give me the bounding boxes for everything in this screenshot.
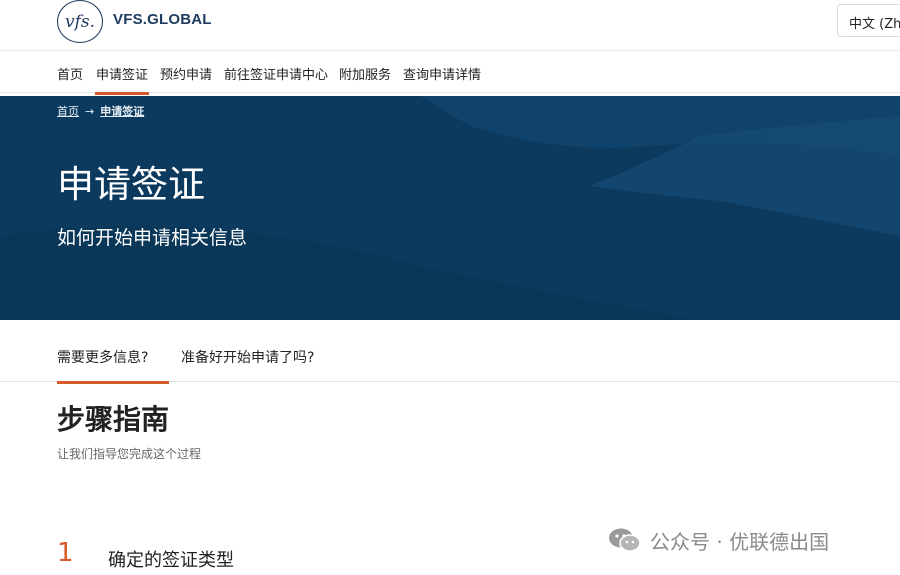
section-title: 步骤指南 <box>57 403 170 436</box>
step-number: 1 <box>57 538 74 568</box>
logo-text[interactable]: VFS.GLOBAL <box>113 11 212 28</box>
page-subtitle: 如何开始申请相关信息 <box>57 227 248 249</box>
info-tabs: 需要更多信息? 准备好开始申请了吗? <box>0 320 900 384</box>
wechat-icon <box>609 528 641 552</box>
nav-item-book-appointment[interactable]: 预约申请 <box>160 64 212 83</box>
breadcrumb-home-link[interactable]: 首页 <box>57 105 79 118</box>
watermark-text: 公众号 · 优联德出国 <box>650 529 830 554</box>
tab-ready-to-apply[interactable]: 准备好开始申请了吗? <box>181 347 314 367</box>
nav-item-track-application[interactable]: 查询申请详情 <box>403 64 481 83</box>
hero-banner: 首页 → 申请签证 申请签证 如何开始申请相关信息 <box>0 96 900 320</box>
hero-background-shape <box>0 96 900 320</box>
nav-item-home[interactable]: 首页 <box>57 64 83 83</box>
nav-item-apply-visa[interactable]: 申请签证 <box>94 64 150 95</box>
step-label[interactable]: 确定的签证类型 <box>108 546 234 572</box>
section-subtitle: 让我们指导您完成这个过程 <box>57 447 202 461</box>
main-nav: 首页 申请签证 预约申请 前往签证申请中心 附加服务 查询申请详情 <box>0 50 900 95</box>
breadcrumb-current[interactable]: 申请签证 <box>100 105 144 118</box>
logo-mark: vfs. <box>64 11 96 32</box>
vfs-logo-icon[interactable]: vfs. <box>57 0 103 43</box>
watermark: 公众号 · 优联德出国 <box>608 525 829 555</box>
page-title: 申请签证 <box>57 163 205 206</box>
language-selector[interactable]: 中文 (Zho <box>837 4 900 37</box>
breadcrumb-arrow-icon: → <box>85 105 95 118</box>
tab-need-more-info[interactable]: 需要更多信息? <box>57 347 170 384</box>
breadcrumb: 首页 → 申请签证 <box>57 103 144 119</box>
nav-item-additional-services[interactable]: 附加服务 <box>339 64 391 83</box>
nav-item-visit-centre[interactable]: 前往签证申请中心 <box>224 64 328 83</box>
top-header: vfs. VFS.GLOBAL 中文 (Zho <box>0 0 900 50</box>
